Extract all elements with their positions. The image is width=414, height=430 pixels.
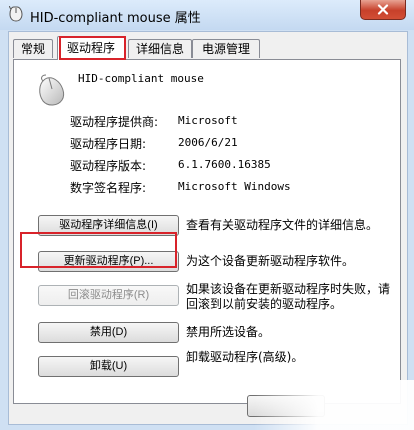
- watermark-overlay: [254, 380, 414, 430]
- driver-provider-value: Microsoft: [178, 114, 238, 127]
- tab-power-management[interactable]: 电源管理: [192, 39, 260, 58]
- digital-signer-label: 数字签名程序:: [70, 181, 147, 195]
- disable-button[interactable]: 禁用(D): [38, 322, 179, 343]
- driver-version-value: 6.1.7600.16385: [178, 158, 271, 171]
- device-name: HID-compliant mouse: [78, 72, 204, 85]
- uninstall-description: 卸载驱动程序(高级)。: [186, 350, 304, 364]
- update-driver-button[interactable]: 更新驱动程序(P)...: [38, 251, 179, 272]
- driver-tab-panel: HID-compliant mouse 驱动程序提供商: Microsoft 驱…: [13, 59, 401, 404]
- driver-version-label: 驱动程序版本:: [70, 159, 147, 173]
- digital-signer-value: Microsoft Windows: [178, 180, 291, 193]
- tab-label: 电源管理: [201, 42, 250, 56]
- title-bar[interactable]: HID-compliant mouse 属性: [0, 0, 414, 30]
- driver-date-value: 2006/6/21: [178, 136, 238, 149]
- tab-label: 常规: [20, 42, 45, 56]
- close-icon: [377, 4, 389, 15]
- mouse-icon: [39, 74, 65, 106]
- driver-provider-label: 驱动程序提供商:: [70, 115, 159, 129]
- properties-window: HID-compliant mouse 属性 常规 驱动程序 详细信息 电源管理: [0, 0, 414, 430]
- mouse-icon: [9, 6, 23, 22]
- window-title: HID-compliant mouse 属性: [30, 11, 201, 26]
- tab-general[interactable]: 常规: [13, 39, 53, 58]
- tab-driver[interactable]: 驱动程序: [57, 36, 125, 60]
- update-driver-description: 为这个设备更新驱动程序软件。: [186, 254, 355, 268]
- tab-label: 驱动程序: [66, 41, 115, 55]
- driver-details-description: 查看有关驱动程序文件的详细信息。: [186, 218, 379, 232]
- roll-back-driver-button[interactable]: 回滚驱动程序(R): [38, 285, 179, 306]
- driver-date-label: 驱动程序日期:: [70, 137, 147, 151]
- disable-description: 禁用所选设备。: [186, 325, 271, 339]
- uninstall-button[interactable]: 卸载(U): [38, 356, 179, 377]
- tab-details[interactable]: 详细信息: [128, 39, 192, 58]
- dialog-client-area: 常规 驱动程序 详细信息 电源管理 HID-compliant mouse 驱动…: [8, 31, 408, 425]
- tab-label: 详细信息: [135, 42, 184, 56]
- roll-back-driver-description: 如果该设备在更新驱动程序时失败，请回滚到以前安装的驱动程序。: [186, 282, 391, 311]
- driver-details-button[interactable]: 驱动程序详细信息(I): [38, 215, 179, 236]
- close-button[interactable]: [360, 0, 406, 20]
